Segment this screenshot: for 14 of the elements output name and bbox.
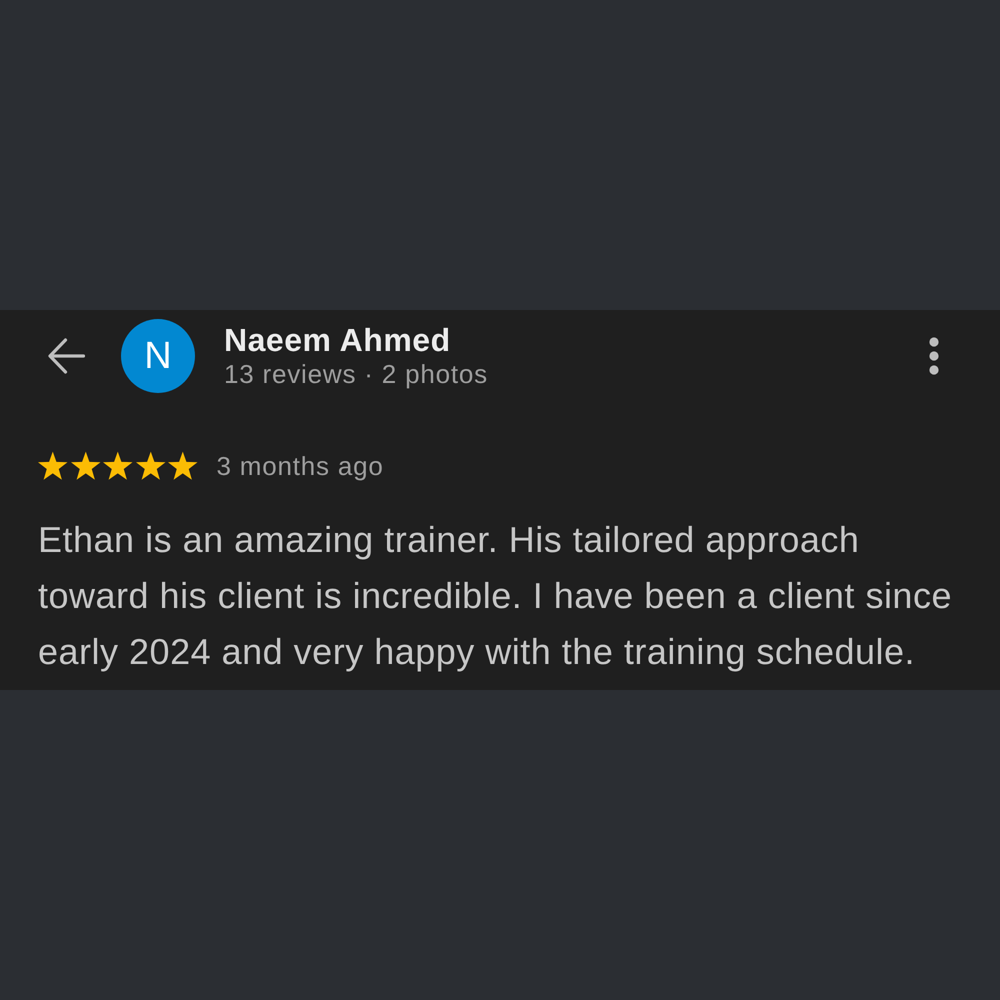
review-date: 3 months ago: [216, 451, 384, 481]
star-filled-icon: [102, 451, 134, 481]
reviewer-stats: 13 reviews · 2 photos: [224, 358, 489, 390]
avatar: N: [121, 319, 195, 393]
star-filled-icon: [70, 451, 101, 481]
star-filled-icon: [134, 451, 166, 481]
star-filled-icon: [37, 451, 68, 481]
back-button[interactable]: [47, 338, 85, 374]
reviewer-name: Naeem Ahmed: [224, 322, 452, 358]
back-arrow-icon: [47, 338, 85, 374]
star-filled-icon: [167, 451, 198, 481]
more-options-button[interactable]: [928, 336, 940, 376]
more-vertical-icon: [929, 337, 939, 375]
review-text: Ethan is an amazing trainer. His tailored approach toward his client is incredible. I have been a client since early 2024 and very happy with the training schedule.: [38, 518, 953, 674]
